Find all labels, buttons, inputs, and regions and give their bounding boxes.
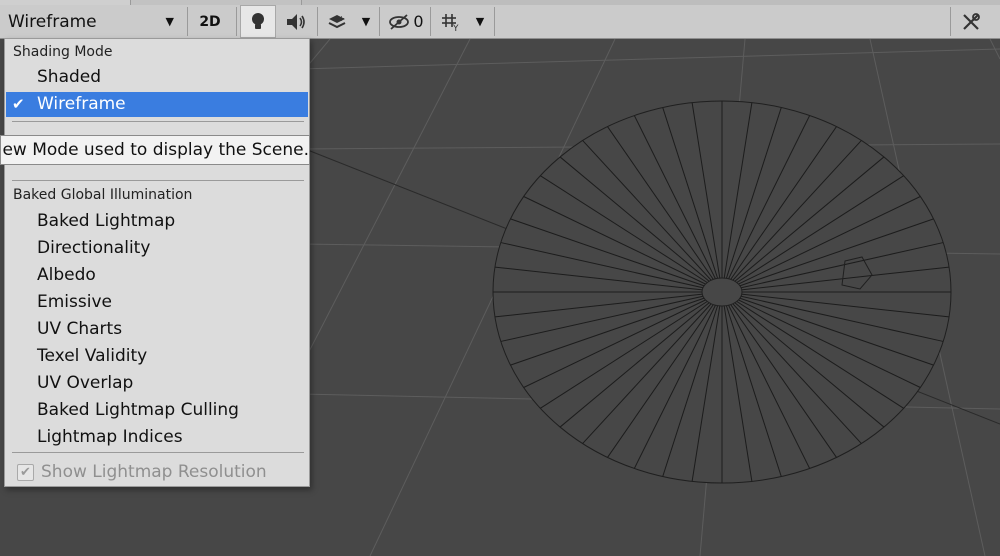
menu-item-uv-overlap[interactable]: UV Overlap: [6, 371, 308, 396]
menu-item-label: Lightmap Indices: [37, 427, 183, 447]
draw-mode-dropdown[interactable]: Wireframe ▼: [0, 5, 186, 38]
tools-icon: [963, 12, 980, 30]
shading-mode-header: Shading Mode: [13, 44, 113, 60]
draw-mode-label: Wireframe: [8, 11, 97, 32]
menu-item-label: Emissive: [37, 292, 112, 312]
separator: [494, 7, 495, 36]
checkbox[interactable]: ✔: [17, 463, 34, 481]
menu-item-label: Wireframe: [37, 94, 126, 114]
menu-item-directionality[interactable]: Directionality: [6, 236, 308, 261]
separator: [430, 7, 431, 36]
toggle-2d-button[interactable]: 2D: [190, 5, 230, 38]
menu-item-label: UV Charts: [37, 319, 123, 339]
lightbulb-icon: [252, 12, 264, 29]
separator: [317, 7, 318, 36]
layers-icon: +: [328, 14, 346, 28]
grid-dropdown-arrow[interactable]: ▼: [468, 5, 492, 38]
menu-item-lightmap-indices[interactable]: Lightmap Indices: [6, 425, 308, 450]
menu-item-texel-validity[interactable]: Texel Validity: [6, 344, 308, 369]
menu-item-shaded[interactable]: Shaded: [6, 65, 308, 90]
hidden-count: 0: [413, 12, 424, 31]
svg-text:+: +: [338, 14, 345, 23]
toggle-2d-label: 2D: [199, 13, 221, 30]
checkmark-icon: ✔: [12, 95, 25, 113]
show-lightmap-resolution-label: Show Lightmap Resolution: [41, 462, 267, 482]
menu-item-label: Albedo: [37, 265, 96, 285]
chevron-down-icon: ▼: [475, 15, 485, 28]
menu-item-label: Baked Lightmap: [37, 211, 176, 231]
menu-separator: [12, 121, 304, 122]
menu-item-label: Baked Lightmap Culling: [37, 400, 239, 420]
scene-toolbar: Wireframe ▼ 2D + ▼ 0 Y ▼: [0, 5, 1000, 39]
show-lightmap-resolution-toggle[interactable]: ✔ Show Lightmap Resolution: [17, 460, 267, 484]
draw-mode-menu: Shading Mode Shaded ✔ Wireframe Baked Gl…: [4, 38, 310, 487]
menu-item-baked-lightmap[interactable]: Baked Lightmap: [6, 209, 308, 234]
menu-item-label: Directionality: [37, 238, 151, 258]
menu-item-emissive[interactable]: Emissive: [6, 290, 308, 315]
effects-toggle-button[interactable]: +: [320, 5, 354, 38]
tooltip: View Mode used to display the Scene.: [0, 135, 310, 165]
chevron-down-icon: ▼: [165, 15, 174, 28]
audio-toggle-button[interactable]: [278, 5, 314, 38]
menu-separator: [12, 452, 304, 453]
baked-gi-header: Baked Global Illumination: [13, 187, 193, 203]
tooltip-text: View Mode used to display the Scene.: [0, 140, 309, 160]
speaker-icon: [287, 13, 305, 30]
menu-separator: [12, 180, 304, 181]
svg-text:Y: Y: [452, 24, 459, 32]
eye-slash-icon: [389, 13, 410, 30]
chevron-down-icon: ▼: [361, 15, 371, 28]
effects-dropdown-arrow[interactable]: ▼: [356, 5, 376, 38]
menu-item-albedo[interactable]: Albedo: [6, 263, 308, 288]
separator: [950, 7, 951, 36]
menu-item-label: Texel Validity: [37, 346, 148, 366]
menu-item-wireframe[interactable]: ✔ Wireframe: [6, 92, 308, 117]
disc-hub: [701, 277, 743, 307]
tools-button[interactable]: [954, 5, 988, 38]
lighting-toggle-button[interactable]: [240, 5, 276, 38]
checkmark-icon: ✔: [20, 464, 31, 480]
menu-item-uv-charts[interactable]: UV Charts: [6, 317, 308, 342]
grid-icon: Y: [442, 13, 459, 32]
menu-item-label: UV Overlap: [37, 373, 134, 393]
separator: [236, 7, 237, 36]
separator: [187, 7, 188, 36]
separator: [379, 7, 380, 36]
menu-item-baked-lightmap-culling[interactable]: Baked Lightmap Culling: [6, 398, 308, 423]
scene-visibility-toggle[interactable]: 0: [384, 5, 428, 38]
menu-item-label: Shaded: [37, 67, 102, 87]
wireframe-disc: [492, 100, 952, 484]
grid-toggle-button[interactable]: Y: [434, 5, 466, 38]
